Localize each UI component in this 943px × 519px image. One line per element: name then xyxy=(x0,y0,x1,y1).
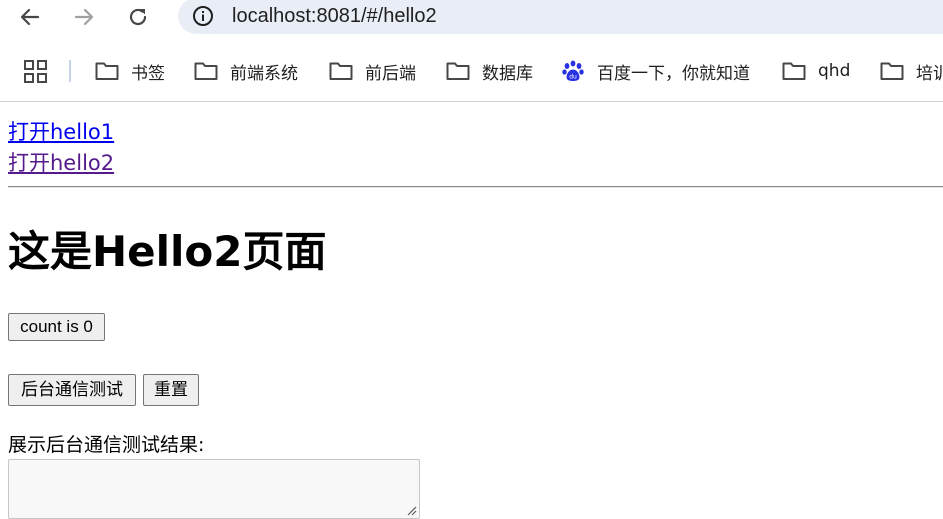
bookmark-label: qhd xyxy=(818,61,851,81)
link-open-hello1[interactable]: 打开hello1 xyxy=(8,117,114,147)
reload-icon xyxy=(129,8,147,26)
arrow-left-icon xyxy=(20,8,40,26)
bookmark-item[interactable]: 前后端 xyxy=(329,57,416,85)
browser-toolbar: localhost:8081/#/hello2 xyxy=(0,0,943,34)
backend-test-button[interactable]: 后台通信测试 xyxy=(8,374,136,406)
page-title: 这是Hello2页面 xyxy=(8,227,327,276)
folder-icon xyxy=(95,60,121,82)
bookmark-item[interactable]: qhd xyxy=(782,57,850,85)
chrome-divider xyxy=(0,101,943,102)
folder-icon xyxy=(782,60,808,82)
url-text[interactable]: localhost:8081/#/hello2 xyxy=(232,4,437,28)
reset-button[interactable]: 重置 xyxy=(143,374,199,406)
resize-grip-icon[interactable] xyxy=(406,505,417,516)
baidu-paw-icon: du xyxy=(561,60,587,82)
result-textarea[interactable] xyxy=(8,459,420,519)
arrow-right-icon xyxy=(74,8,94,26)
back-button[interactable] xyxy=(16,3,44,31)
apps-grid-icon[interactable] xyxy=(24,60,48,84)
link-open-hello2[interactable]: 打开hello2 xyxy=(8,148,114,178)
reload-button[interactable] xyxy=(124,3,152,31)
count-button[interactable]: count is 0 xyxy=(8,313,105,341)
folder-icon xyxy=(194,60,220,82)
bookmark-label: 百度一下，你就知道 xyxy=(597,63,750,84)
bookmark-label: 书签 xyxy=(131,63,165,84)
bookmarks-bar: 书签 前端系统 前后端 数据库 du 百度一下，你就知道 qhd 培训 xyxy=(0,52,943,90)
bookmark-label: 数据库 xyxy=(482,63,533,84)
bookmark-label: 前端系统 xyxy=(230,63,298,84)
bookmarks-separator xyxy=(69,60,71,82)
bookmark-item[interactable]: 书签 xyxy=(95,57,165,85)
bookmark-item[interactable]: 前端系统 xyxy=(194,57,298,85)
forward-button[interactable] xyxy=(70,3,98,31)
site-info-icon[interactable] xyxy=(192,5,214,27)
result-label: 展示后台通信测试结果: xyxy=(8,434,205,456)
svg-text:du: du xyxy=(569,74,577,81)
bookmark-label: 培训 xyxy=(916,63,943,84)
bookmark-item[interactable]: du 百度一下，你就知道 xyxy=(561,57,750,85)
folder-icon xyxy=(880,60,906,82)
folder-icon xyxy=(446,60,472,82)
bookmark-item[interactable]: 数据库 xyxy=(446,57,533,85)
horizontal-rule xyxy=(8,186,943,188)
folder-icon xyxy=(329,60,355,82)
bookmark-item[interactable]: 培训 xyxy=(880,57,943,85)
bookmark-label: 前后端 xyxy=(365,63,416,84)
